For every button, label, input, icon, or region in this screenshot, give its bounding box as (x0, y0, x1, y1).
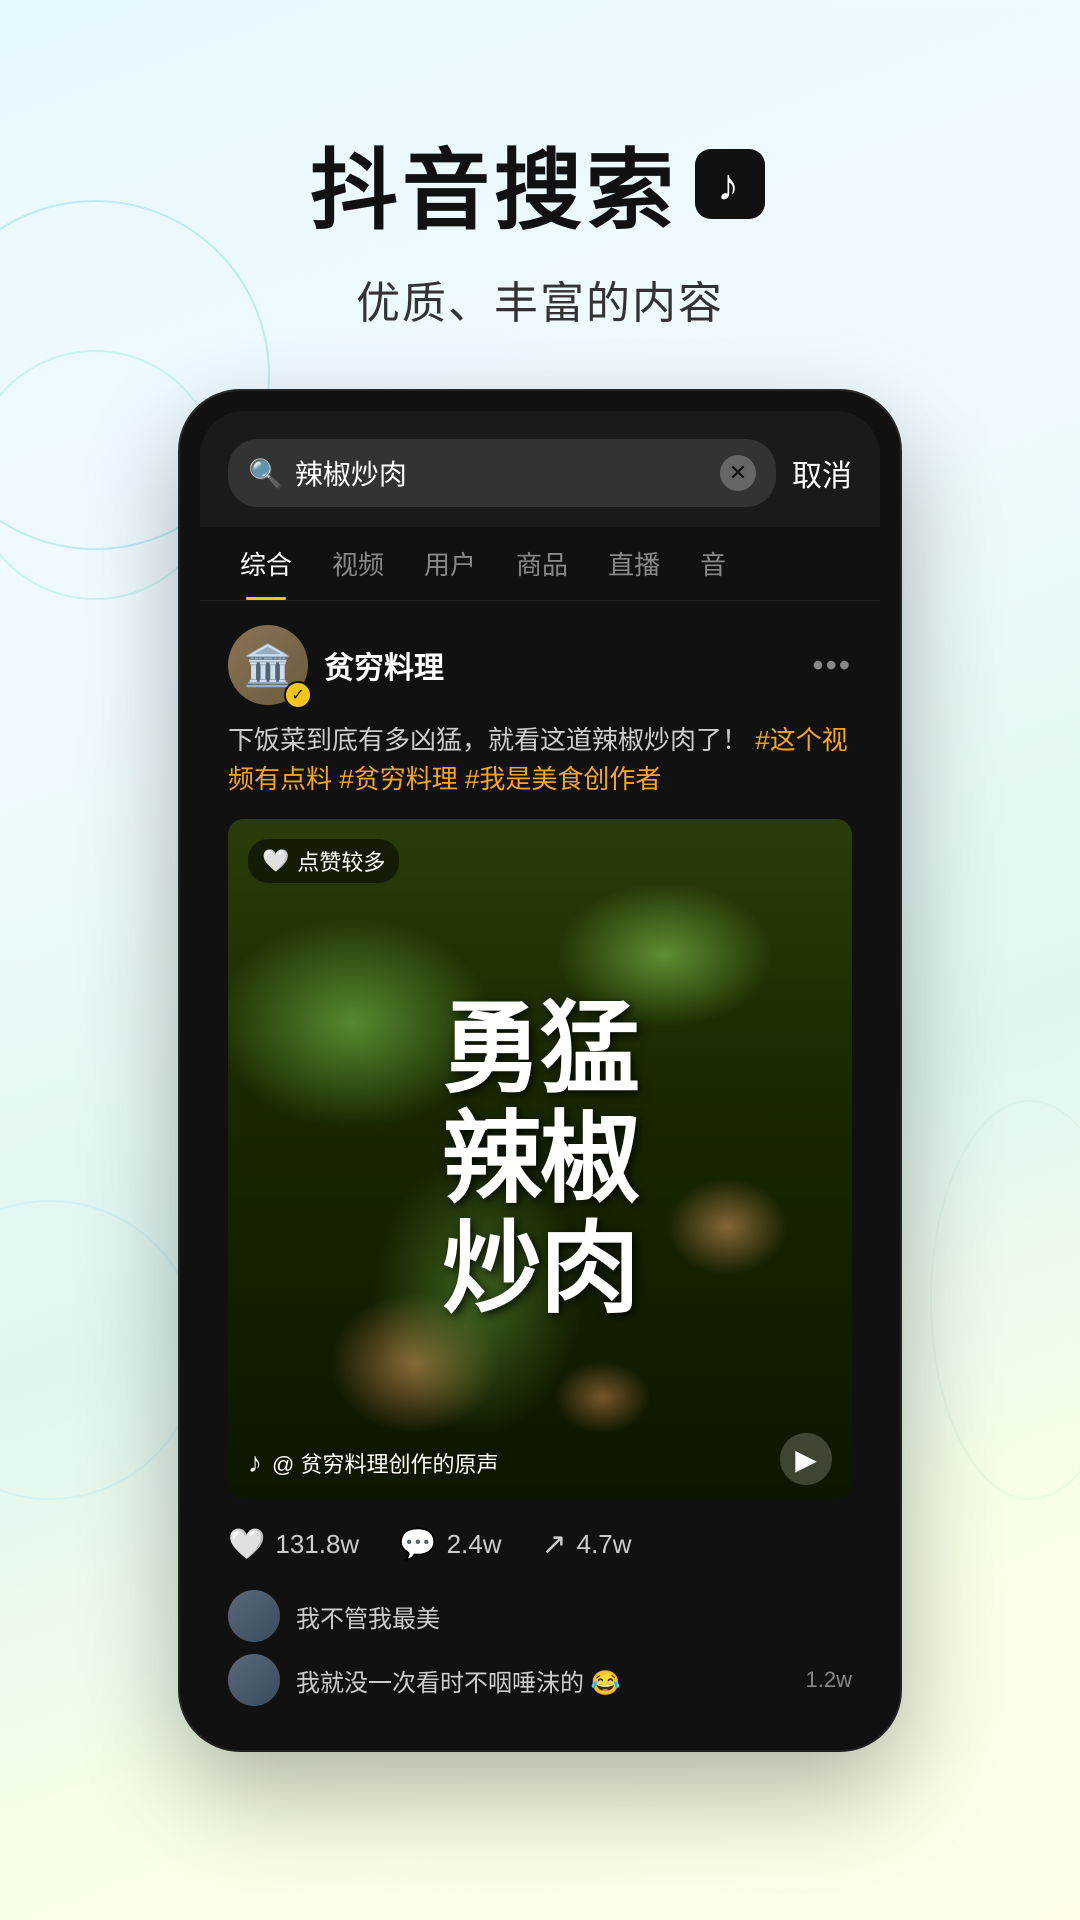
search-cancel-button[interactable]: 取消 (792, 451, 852, 495)
video-thumbnail[interactable]: 🤍 点赞较多 勇猛辣椒炒肉 ♪ @ 贫穷料理创作的原声 ▶ (228, 819, 852, 1499)
heart-icon: 🤍 (262, 848, 289, 874)
comment-preview: 我不管我最美 我就没一次看时不咽唾沫的 😂 1.2w (228, 1590, 852, 1706)
search-icon: 🔍 (248, 457, 283, 490)
bg-circle-3 (0, 1200, 200, 1500)
search-input-wrap[interactable]: 🔍 辣椒炒肉 ✕ (228, 439, 776, 507)
audio-text: @ 贫穷料理创作的原声 (272, 1447, 498, 1479)
verified-badge: ✓ (284, 681, 312, 709)
search-clear-button[interactable]: ✕ (720, 455, 756, 491)
hashtag-2[interactable]: #贫穷料理 (339, 764, 465, 794)
share-count[interactable]: ↗ 4.7w (541, 1527, 631, 1562)
comment-count-text: 2.4w (447, 1529, 502, 1560)
search-query-text: 辣椒炒肉 (295, 453, 708, 493)
more-options-icon[interactable]: ••• (812, 647, 852, 684)
tab-直播[interactable]: 直播 (588, 527, 680, 600)
food-background: 🤍 点赞较多 勇猛辣椒炒肉 ♪ @ 贫穷料理创作的原声 ▶ (228, 819, 852, 1499)
likes-badge: 🤍 点赞较多 (248, 839, 399, 883)
phone-mockup: 🔍 辣椒炒肉 ✕ 取消 综合 视频 用户 商品 直播 音 🏛️ ✓ 贫穷料理 (180, 391, 900, 1750)
hashtag-3[interactable]: #我是美食创作者 (465, 764, 661, 794)
heart-icon: 🤍 (228, 1527, 265, 1562)
audio-bar: ♪ @ 贫穷料理创作的原声 (248, 1447, 792, 1479)
user-row: 🏛️ ✓ 贫穷料理 ••• (228, 625, 852, 705)
svg-text:♪: ♪ (717, 160, 743, 209)
user-avatar: 🏛️ ✓ (228, 625, 308, 705)
comment-text-2: 我就没一次看时不咽唾沫的 😂 (296, 1663, 621, 1698)
comment-text-1: 我不管我最美 (296, 1599, 440, 1634)
tab-音乐[interactable]: 音 (680, 527, 746, 600)
share-icon: ↗ (541, 1527, 566, 1562)
like-count[interactable]: 🤍 131.8w (228, 1527, 359, 1562)
comment-item-2: 我就没一次看时不咽唾沫的 😂 1.2w (228, 1654, 852, 1706)
commenter-avatar-2 (228, 1654, 280, 1706)
like-count-text: 131.8w (275, 1529, 359, 1560)
video-overlay-text: 勇猛辣椒炒肉 (442, 994, 638, 1324)
tab-视频[interactable]: 视频 (312, 527, 404, 600)
engagement-row: 🤍 131.8w 💬 2.4w ↗ 4.7w (228, 1519, 852, 1570)
bg-ellipse-right (930, 1100, 1080, 1500)
music-note-icon: ♪ (248, 1447, 262, 1479)
title-text: 抖音搜索 (310, 120, 678, 247)
comment-count[interactable]: 💬 2.4w (399, 1527, 501, 1562)
comment-item-1: 我不管我最美 (228, 1590, 852, 1642)
user-name: 贫穷料理 (324, 643, 796, 687)
share-count-text: 4.7w (577, 1529, 632, 1560)
tabs-bar: 综合 视频 用户 商品 直播 音 (200, 527, 880, 601)
content-area: 🏛️ ✓ 贫穷料理 ••• 下饭菜到底有多凶猛，就看这道辣椒炒肉了！ #这个视频… (200, 601, 880, 1730)
post-text: 下饭菜到底有多凶猛，就看这道辣椒炒肉了！ #这个视频有点料 #贫穷料理 #我是美… (228, 721, 852, 799)
comment-reaction-count: 1.2w (806, 1667, 852, 1693)
likes-badge-text: 点赞较多 (297, 845, 385, 877)
play-button[interactable]: ▶ (780, 1433, 832, 1485)
comment-icon: 💬 (399, 1527, 436, 1562)
tab-用户[interactable]: 用户 (404, 527, 496, 600)
post-plain-text: 下饭菜到底有多凶猛，就看这道辣椒炒肉了！ (228, 725, 748, 755)
tab-商品[interactable]: 商品 (496, 527, 588, 600)
search-bar: 🔍 辣椒炒肉 ✕ 取消 (200, 411, 880, 527)
commenter-avatar-1 (228, 1590, 280, 1642)
tab-综合[interactable]: 综合 (220, 527, 312, 600)
phone-inner: 🔍 辣椒炒肉 ✕ 取消 综合 视频 用户 商品 直播 音 🏛️ ✓ 贫穷料理 (200, 411, 880, 1730)
tiktok-logo-icon: ♪ (690, 144, 770, 224)
